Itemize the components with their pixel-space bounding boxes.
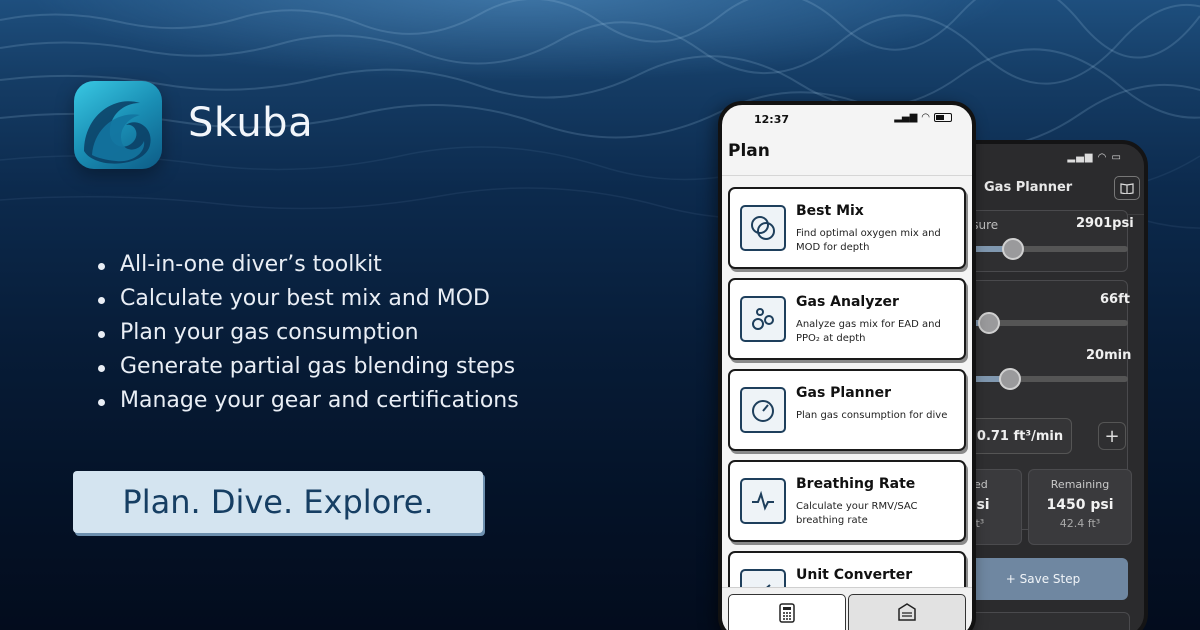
bubbles-icon [740,296,786,342]
save-step-button[interactable]: + Save Step [958,558,1128,600]
battery-icon [934,113,952,122]
depth-slider[interactable] [964,312,1128,334]
wifi-icon: ◠ [921,112,930,123]
time-slider[interactable] [964,368,1128,390]
remaining-pressure: 1450 psi [1046,497,1114,513]
depth-value: 66ft [1100,292,1130,307]
time-value: 20min [1086,348,1132,363]
tool-name: Breathing Rate [796,476,916,492]
tool-description: Find optimal oxygen mix and MOD for dept… [796,228,941,253]
status-time: 12:37 [754,113,790,126]
overlapping-circles-icon [740,205,786,251]
feature-list: All-in-one diver’s toolkit Calculate you… [98,248,519,418]
tool-name: Best Mix [796,203,864,219]
pressure-value: 2901psi [1076,216,1134,231]
slider-knob[interactable] [998,368,1021,390]
cta-button[interactable]: Plan. Dive. Explore. [73,471,483,533]
calculator-icon [779,603,795,623]
slider-knob[interactable] [977,312,1000,334]
signal-icon: ▂▄▆ [894,112,918,123]
feature-item: Generate partial gas blending steps [98,350,519,384]
feature-item: All-in-one diver’s toolkit [98,248,519,282]
app-name: Skuba [188,100,314,146]
page-title: Plan [728,141,770,161]
garage-icon [898,603,916,621]
skuba-logo [74,81,162,169]
divider [722,175,972,176]
feature-item: Plan your gas consumption [98,316,519,350]
feature-item: Manage your gear and certifications [98,384,519,418]
tab-bar [722,587,972,630]
tool-description: Calculate your RMV/SAC breathing rate [796,501,918,526]
remaining-volume: 42.4 ft³ [1059,517,1101,530]
tool-description: Plan gas consumption for dive [796,410,948,421]
bottom-tab-area [954,612,1130,630]
gas-planner-title: Gas Planner [984,180,1073,195]
remaining-stat: Remaining 1450 psi 42.4 ft³ [1028,469,1132,545]
tool-card-breathing-rate[interactable]: Breathing Rate Calculate your RMV/SAC br… [728,460,966,542]
plan-phone: 12:37 ▂▄▆ ◠ Plan Best Mix Find optimal o… [718,101,976,630]
gauge-icon [740,387,786,433]
tool-name: Unit Converter [796,567,913,583]
status-icons: ▂▄▆ ◠ ▭ [1067,152,1122,163]
pulse-icon [740,478,786,524]
tab-calculator[interactable] [728,594,846,630]
tool-name: Gas Analyzer [796,294,899,310]
pressure-slider[interactable] [964,238,1128,260]
remaining-label: Remaining [1050,478,1110,491]
wave-icon [84,101,151,164]
feature-item: Calculate your best mix and MOD [98,282,519,316]
tool-description: Analyze gas mix for EAD and PPO₂ at dept… [796,319,941,344]
book-icon[interactable] [1114,176,1140,200]
status-icons: ▂▄▆ ◠ [894,112,952,123]
rmv-input[interactable]: 0.71 ft³/min [968,418,1072,454]
tool-card-gas-analyzer[interactable]: Gas Analyzer Analyze gas mix for EAD and… [728,278,966,360]
tool-card-best-mix[interactable]: Best Mix Find optimal oxygen mix and MOD… [728,187,966,269]
tool-name: Gas Planner [796,385,891,401]
tab-gear[interactable] [848,594,966,630]
increment-button[interactable]: + [1098,422,1126,450]
tool-card-gas-planner[interactable]: Gas Planner Plan gas consumption for div… [728,369,966,451]
